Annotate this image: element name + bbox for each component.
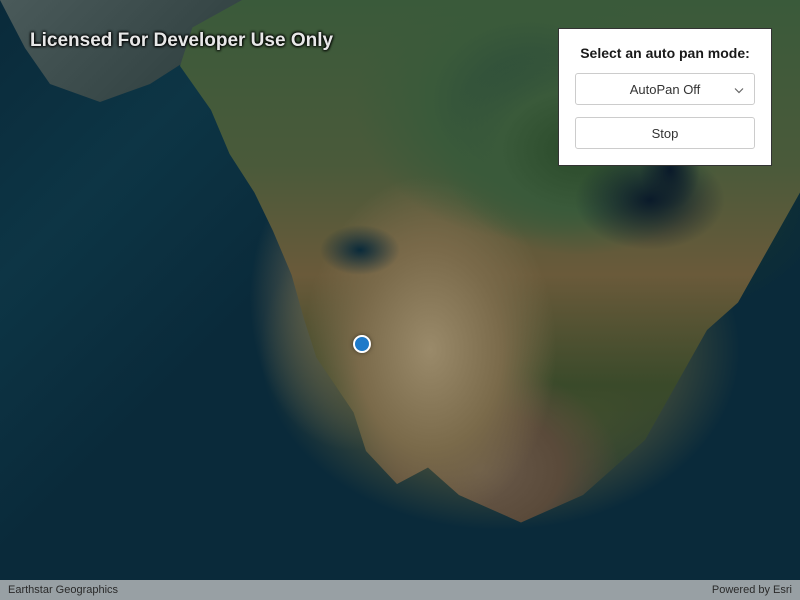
license-watermark: Licensed For Developer Use Only — [30, 30, 333, 52]
stop-button-label: Stop — [652, 126, 679, 141]
dropdown-selected-value: AutoPan Off — [630, 82, 701, 97]
attribution-source: Earthstar Geographics — [8, 584, 118, 596]
autopan-mode-dropdown[interactable]: AutoPan Off — [575, 73, 755, 105]
stop-button[interactable]: Stop — [575, 117, 755, 149]
location-marker[interactable] — [353, 335, 371, 353]
attribution-provider: Powered by Esri — [712, 584, 792, 596]
panel-title: Select an auto pan mode: — [575, 45, 755, 61]
map-container: Licensed For Developer Use Only Select a… — [0, 0, 800, 600]
control-panel: Select an auto pan mode: AutoPan Off Sto… — [558, 28, 772, 166]
chevron-down-icon — [734, 82, 744, 97]
attribution-bar: Earthstar Geographics Powered by Esri — [0, 580, 800, 600]
